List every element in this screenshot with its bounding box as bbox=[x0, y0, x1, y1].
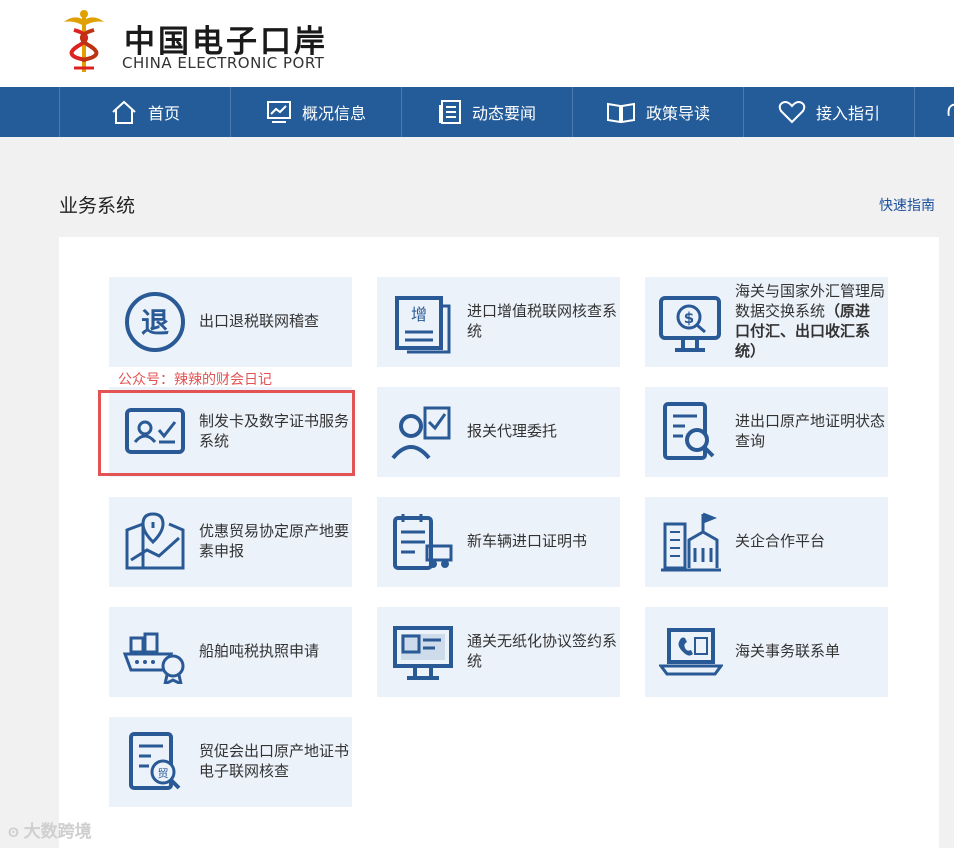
nav-label: 接入指引 bbox=[815, 106, 880, 123]
nav-item-access[interactable]: 接入指引 bbox=[744, 87, 915, 137]
card-label: 贸促会出口原产地证书电子联网核查 bbox=[199, 743, 350, 780]
nav-label: 概况信息 bbox=[301, 106, 366, 123]
svg-text:$: $ bbox=[684, 309, 694, 327]
site-logo[interactable]: 中国电子口岸 CHINA ELECTRONIC PORT bbox=[56, 8, 356, 78]
card-label: 进出口原产地证明状态查询 bbox=[735, 413, 886, 450]
card-label: 海关与国家外汇管理局数据交换系统（原进口付汇、出口收汇系统） bbox=[735, 277, 885, 367]
section-title: 业务系统 bbox=[59, 196, 136, 217]
corner-watermark-logo: ʘ bbox=[8, 824, 19, 840]
card-label: 关企合作平台 bbox=[735, 533, 826, 550]
svg-text:退: 退 bbox=[141, 306, 169, 339]
card-label: 通关无纸化协议签约系统 bbox=[467, 633, 618, 670]
nav-item-home[interactable]: 首页 bbox=[60, 87, 231, 137]
site-header: 中国电子口岸 CHINA ELECTRONIC PORT bbox=[0, 0, 954, 87]
chart-icon bbox=[266, 101, 291, 123]
vat-document-icon: 增 bbox=[395, 296, 451, 354]
nav-item-more[interactable] bbox=[915, 87, 954, 137]
card-import-vat[interactable]: 增 进口增值税联网核查系统 bbox=[377, 277, 620, 367]
main-nav: 首页 概况信息 动态要闻 政策导读 接入指引 bbox=[0, 87, 954, 137]
card-label: 海关事务联系单 bbox=[735, 643, 841, 660]
card-paperless-signing[interactable]: 通关无纸化协议签约系统 bbox=[377, 607, 620, 697]
card-enterprise-platform[interactable]: 关企合作平台 bbox=[645, 497, 888, 587]
card-label: 进口增值税联网核查系统 bbox=[467, 303, 618, 340]
nav-label: 首页 bbox=[147, 106, 180, 123]
card-label: 报关代理委托 bbox=[467, 423, 558, 440]
paperless-screen-icon bbox=[393, 626, 453, 680]
card-label: 制发卡及数字证书服务系统 bbox=[199, 413, 350, 450]
site-subtitle: CHINA ELECTRONIC PORT bbox=[122, 54, 325, 72]
laptop-contact-icon bbox=[659, 628, 723, 676]
tax-refund-icon: 退 bbox=[125, 292, 185, 352]
ship-icon bbox=[123, 632, 185, 684]
svg-text:贸: 贸 bbox=[158, 767, 169, 780]
id-card-icon bbox=[125, 408, 185, 454]
customs-emblem-icon bbox=[64, 10, 104, 72]
svg-text:增: 增 bbox=[411, 305, 427, 324]
card-preferential-trade[interactable]: 优惠贸易协定原产地要素申报 bbox=[109, 497, 352, 587]
nav-item-news[interactable]: 动态要闻 bbox=[402, 87, 573, 137]
card-forex-exchange[interactable]: $ 海关与国家外汇管理局数据交换系统（原进口付汇、出口收汇系统） bbox=[645, 277, 888, 367]
quick-guide-link[interactable]: 快速指南 bbox=[879, 195, 935, 215]
trade-certificate-icon: 贸 bbox=[129, 732, 181, 790]
nav-label: 动态要闻 bbox=[471, 106, 536, 123]
watermark-text: 公众号：辣辣的财会日记 bbox=[118, 371, 272, 387]
customs-agent-icon bbox=[391, 406, 451, 460]
book-icon bbox=[606, 102, 635, 124]
nav-item-overview[interactable]: 概况信息 bbox=[231, 87, 402, 137]
card-card-issuance[interactable]: 制发卡及数字证书服务系统 bbox=[109, 387, 352, 477]
forex-monitor-icon: $ bbox=[659, 296, 721, 352]
vehicle-certificate-icon bbox=[393, 514, 453, 570]
origin-search-icon bbox=[663, 402, 715, 460]
news-icon bbox=[438, 100, 461, 124]
trade-map-icon bbox=[125, 512, 185, 570]
card-customs-agent[interactable]: 报关代理委托 bbox=[377, 387, 620, 477]
card-label: 船舶吨税执照申请 bbox=[199, 643, 320, 660]
corner-watermark-text: 大数跨境 bbox=[23, 822, 92, 841]
heart-icon bbox=[778, 101, 806, 124]
card-ship-tonnage[interactable]: 船舶吨税执照申请 bbox=[109, 607, 352, 697]
home-icon bbox=[112, 100, 136, 124]
enterprise-building-icon bbox=[661, 512, 721, 572]
card-label: 优惠贸易协定原产地要素申报 bbox=[199, 523, 350, 560]
card-label: 新车辆进口证明书 bbox=[467, 533, 588, 550]
nav-item-policy[interactable]: 政策导读 bbox=[573, 87, 744, 137]
card-origin-status[interactable]: 进出口原产地证明状态查询 bbox=[645, 387, 888, 477]
card-export-tax-refund[interactable]: 退 出口退税联网稽查 bbox=[109, 277, 352, 367]
card-ccpit-certificate[interactable]: 贸 贸促会出口原产地证书电子联网核查 bbox=[109, 717, 352, 807]
card-vehicle-certificate[interactable]: 新车辆进口证明书 bbox=[377, 497, 620, 587]
card-label: 出口退税联网稽查 bbox=[199, 313, 320, 330]
card-customs-contact[interactable]: 海关事务联系单 bbox=[645, 607, 888, 697]
headset-icon bbox=[947, 103, 954, 116]
corner-watermark: ʘ 大数跨境 bbox=[8, 817, 92, 842]
nav-label: 政策导读 bbox=[645, 106, 710, 123]
